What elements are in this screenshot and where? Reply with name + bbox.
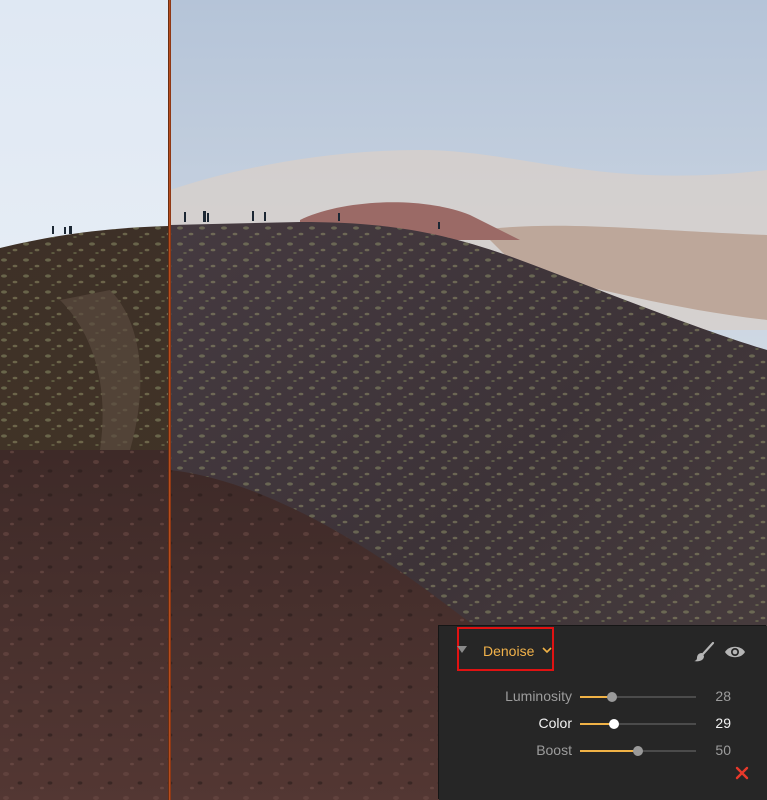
panel-header: Denoise (439, 626, 767, 676)
slider-value[interactable]: 28 (705, 688, 731, 704)
slider-thumb[interactable] (633, 746, 643, 756)
slider-luminosity: Luminosity 28 (439, 686, 767, 706)
slider-track[interactable] (580, 692, 696, 702)
eye-icon[interactable] (724, 643, 746, 661)
slider-value[interactable]: 50 (705, 742, 731, 758)
slider-label: Luminosity (505, 688, 572, 704)
slider-color: Color 29 (439, 713, 767, 733)
chevron-down-icon[interactable] (541, 643, 553, 657)
panel-title[interactable]: Denoise (483, 643, 534, 659)
slider-fill (580, 750, 638, 752)
denoise-panel: Denoise Luminosity 28 Color 29 Boost 50 (439, 626, 767, 800)
slider-thumb[interactable] (608, 719, 619, 729)
triangle-down-icon[interactable] (457, 646, 467, 653)
slider-label: Color (538, 715, 572, 731)
slider-boost: Boost 50 (439, 740, 767, 760)
slider-value[interactable]: 29 (705, 715, 731, 731)
slider-label: Boost (536, 742, 572, 758)
close-x-icon[interactable] (735, 766, 749, 780)
brush-icon[interactable] (693, 641, 715, 663)
before-after-divider[interactable] (168, 0, 171, 800)
slider-track[interactable] (580, 746, 696, 756)
slider-track[interactable] (580, 719, 696, 729)
slider-thumb[interactable] (607, 692, 618, 702)
